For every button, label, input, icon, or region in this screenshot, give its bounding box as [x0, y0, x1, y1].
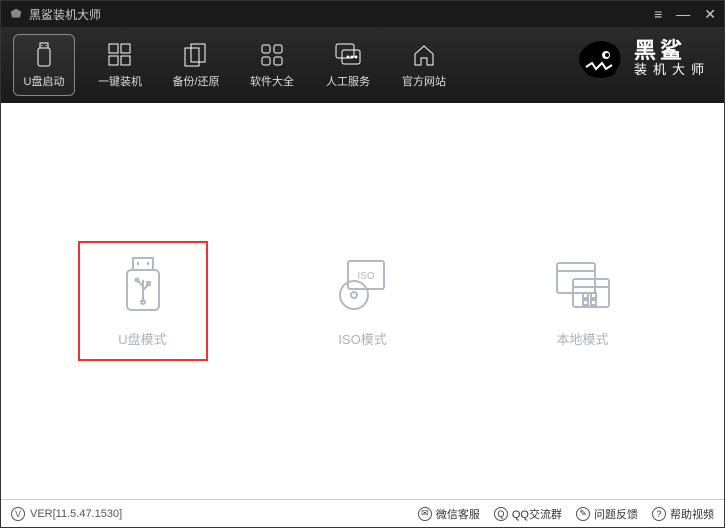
footer-wechat[interactable]: ✉ 微信客服 — [418, 506, 480, 522]
windows-icon — [106, 41, 134, 69]
mode-label: ISO模式 — [338, 329, 386, 348]
svg-text:ISO: ISO — [357, 271, 374, 282]
footer-link-label: 问题反馈 — [594, 506, 638, 522]
mode-label: 本地模式 — [556, 329, 608, 348]
mode-iso[interactable]: ISO ISO模式 — [298, 241, 428, 361]
usb-icon — [30, 41, 58, 69]
nav-service[interactable]: 人工服务 — [317, 34, 379, 96]
local-mode-icon — [553, 255, 613, 315]
backup-icon — [182, 41, 210, 69]
close-button[interactable]: ✕ — [704, 6, 716, 23]
nav-backup[interactable]: 备份/还原 — [165, 34, 227, 96]
footer-feedback[interactable]: ✎ 问题反馈 — [576, 506, 638, 522]
footer: V VER[11.5.47.1530] ✉ 微信客服 Q QQ交流群 ✎ 问题反… — [1, 499, 724, 527]
menu-icon[interactable]: ≡ — [654, 6, 662, 22]
home-icon — [410, 41, 438, 69]
footer-help[interactable]: ? 帮助视频 — [652, 506, 714, 522]
mode-label: U盘模式 — [118, 329, 166, 348]
version-text: VER[11.5.47.1530] — [30, 508, 122, 520]
brand-line1: 黑鲨 — [634, 39, 710, 63]
nav-label: 备份/还原 — [172, 73, 219, 89]
nav-software[interactable]: 软件大全 — [241, 34, 303, 96]
chat-icon — [334, 41, 362, 69]
nav-label: U盘启动 — [24, 73, 65, 89]
main-area: U盘模式 ISO ISO模式 本地模式 — [1, 103, 724, 499]
iso-mode-icon: ISO — [333, 255, 393, 315]
footer-link-label: 帮助视频 — [670, 506, 714, 522]
footer-link-label: 微信客服 — [436, 506, 480, 522]
footer-link-label: QQ交流群 — [512, 506, 562, 522]
usb-mode-icon — [113, 255, 173, 315]
nav-usb-boot[interactable]: U盘启动 — [13, 34, 75, 96]
help-icon: ? — [652, 507, 666, 521]
shark-logo-icon — [574, 35, 626, 81]
mode-usb[interactable]: U盘模式 — [78, 241, 208, 361]
brand: 黑鲨 装机大师 — [574, 35, 710, 81]
wechat-icon: ✉ — [418, 507, 432, 521]
version-icon: V — [11, 507, 25, 521]
header: U盘启动 一键装机 备份/还原 软件大全 人工服务 — [1, 27, 724, 103]
apps-icon — [258, 41, 286, 69]
nav-label: 软件大全 — [250, 73, 294, 89]
nav-label: 官方网站 — [402, 73, 446, 89]
nav-one-key[interactable]: 一键装机 — [89, 34, 151, 96]
footer-qq[interactable]: Q QQ交流群 — [494, 506, 562, 522]
titlebar: 黑鲨装机大师 ≡ — ✕ — [1, 1, 724, 27]
qq-icon: Q — [494, 507, 508, 521]
feedback-icon: ✎ — [576, 507, 590, 521]
nav-website[interactable]: 官方网站 — [393, 34, 455, 96]
nav: U盘启动 一键装机 备份/还原 软件大全 人工服务 — [13, 34, 455, 96]
mode-local[interactable]: 本地模式 — [518, 241, 648, 361]
brand-line2: 装机大师 — [634, 63, 710, 77]
nav-label: 一键装机 — [98, 73, 142, 89]
minimize-button[interactable]: — — [676, 6, 690, 22]
nav-label: 人工服务 — [326, 73, 370, 89]
app-icon — [9, 7, 23, 21]
app-title: 黑鲨装机大师 — [29, 6, 101, 23]
